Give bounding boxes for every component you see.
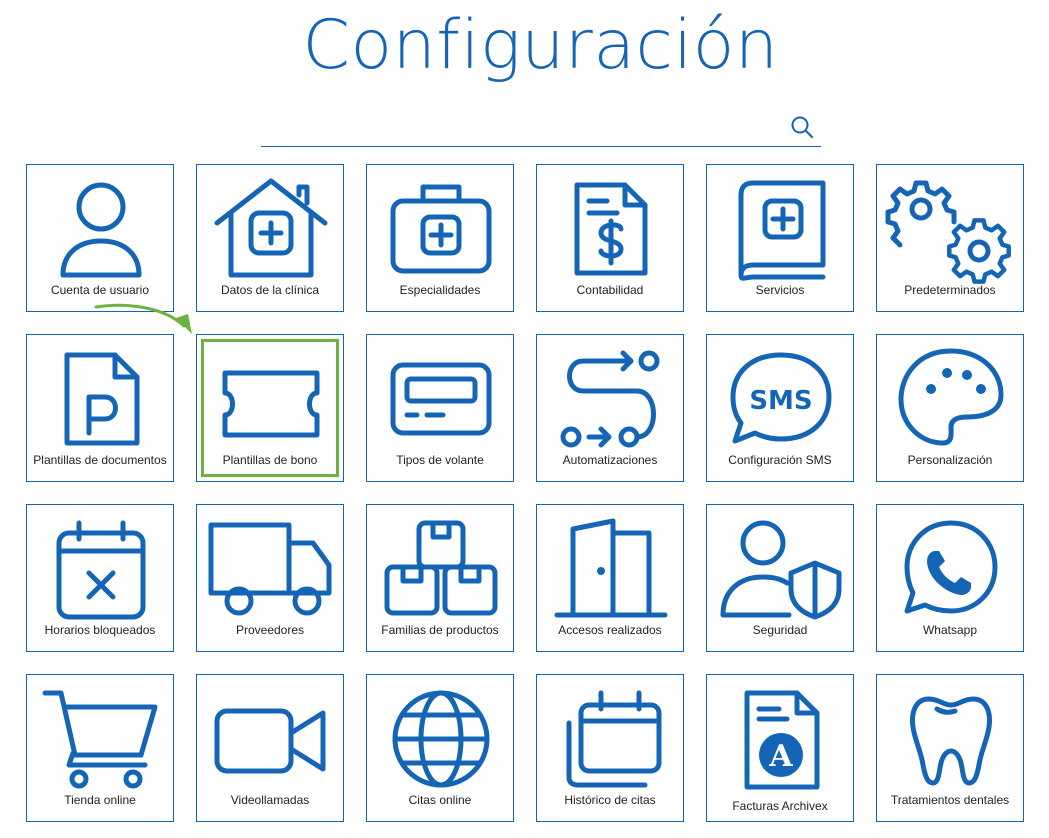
tile-familias-de-productos[interactable]: Familias de productos — [366, 504, 514, 652]
svg-text:SMS: SMS — [749, 386, 812, 416]
tile-horarios-bloqueados[interactable]: Horarios bloqueados — [26, 504, 174, 652]
tile-label: Configuración SMS — [728, 453, 832, 467]
tile-label: Familias de productos — [381, 623, 499, 637]
tile-label: Automatizaciones — [562, 453, 658, 467]
tile-tipos-de-volante[interactable]: Tipos de volante — [366, 334, 514, 482]
tile-automatizaciones[interactable]: Automatizaciones — [536, 334, 684, 482]
tile-videollamadas[interactable]: Videollamadas — [196, 674, 344, 822]
tile-label: Plantillas de documentos — [33, 453, 167, 467]
search-bar — [261, 108, 821, 147]
tile-label: Tratamientos dentales — [890, 793, 1010, 807]
tile-label: Plantillas de bono — [222, 453, 318, 467]
tile-label: Proveedores — [235, 623, 305, 637]
tile-servicios[interactable]: Servicios — [706, 164, 854, 312]
tile-especialidades[interactable]: Especialidades — [366, 164, 514, 312]
search-icon[interactable] — [789, 114, 815, 140]
tile-datos-de-la-clinica[interactable]: Datos de la clínica — [196, 164, 344, 312]
page-title: Configuración — [302, 6, 779, 85]
tile-plantillas-de-documentos[interactable]: Plantillas de documentos — [26, 334, 174, 482]
tile-label: Especialidades — [399, 283, 481, 297]
tile-configuracion-sms[interactable]: SMS Configuración SMS — [706, 334, 854, 482]
tile-label: Videollamadas — [230, 793, 310, 807]
tile-label: Seguridad — [752, 623, 808, 637]
tile-tienda-online[interactable]: Tienda online — [26, 674, 174, 822]
tile-label: Citas online — [408, 793, 472, 807]
tile-label: Horarios bloqueados — [44, 623, 156, 637]
tile-predeterminados[interactable]: Predeterminados — [876, 164, 1024, 312]
tile-accesos-realizados[interactable]: Accesos realizados — [536, 504, 684, 652]
tile-seguridad[interactable]: Seguridad — [706, 504, 854, 652]
tile-label: Accesos realizados — [558, 623, 662, 637]
tile-personalizacion[interactable]: Personalización — [876, 334, 1024, 482]
tile-label: Contabilidad — [576, 283, 644, 297]
tile-label: Datos de la clínica — [220, 283, 320, 297]
tile-label: Tienda online — [64, 793, 136, 807]
tile-contabilidad[interactable]: Contabilidad — [536, 164, 684, 312]
tile-citas-online[interactable]: Citas online — [366, 674, 514, 822]
tile-proveedores[interactable]: Proveedores — [196, 504, 344, 652]
tile-label: Servicios — [755, 283, 805, 297]
tile-whatsapp[interactable]: Whatsapp — [876, 504, 1024, 652]
svg-text:A: A — [768, 739, 793, 774]
tile-plantillas-de-bono[interactable]: Plantillas de bono — [196, 334, 344, 482]
tile-label: Tipos de volante — [396, 453, 484, 467]
tile-facturas-archivex[interactable]: A Facturas Archivex — [706, 674, 854, 822]
search-input[interactable] — [261, 108, 775, 146]
tile-cuenta-de-usuario[interactable]: Cuenta de usuario — [26, 164, 174, 312]
tile-label: Facturas Archivex — [732, 799, 828, 813]
tile-label: Whatsapp — [922, 623, 978, 637]
tile-historico-de-citas[interactable]: Histórico de citas — [536, 674, 684, 822]
tile-label: Predeterminados — [904, 283, 996, 297]
tile-label: Personalización — [907, 453, 993, 467]
tile-label: Cuenta de usuario — [50, 283, 150, 297]
tile-tratamientos-dentales[interactable]: Tratamientos dentales — [876, 674, 1024, 822]
tile-label: Histórico de citas — [564, 793, 656, 807]
